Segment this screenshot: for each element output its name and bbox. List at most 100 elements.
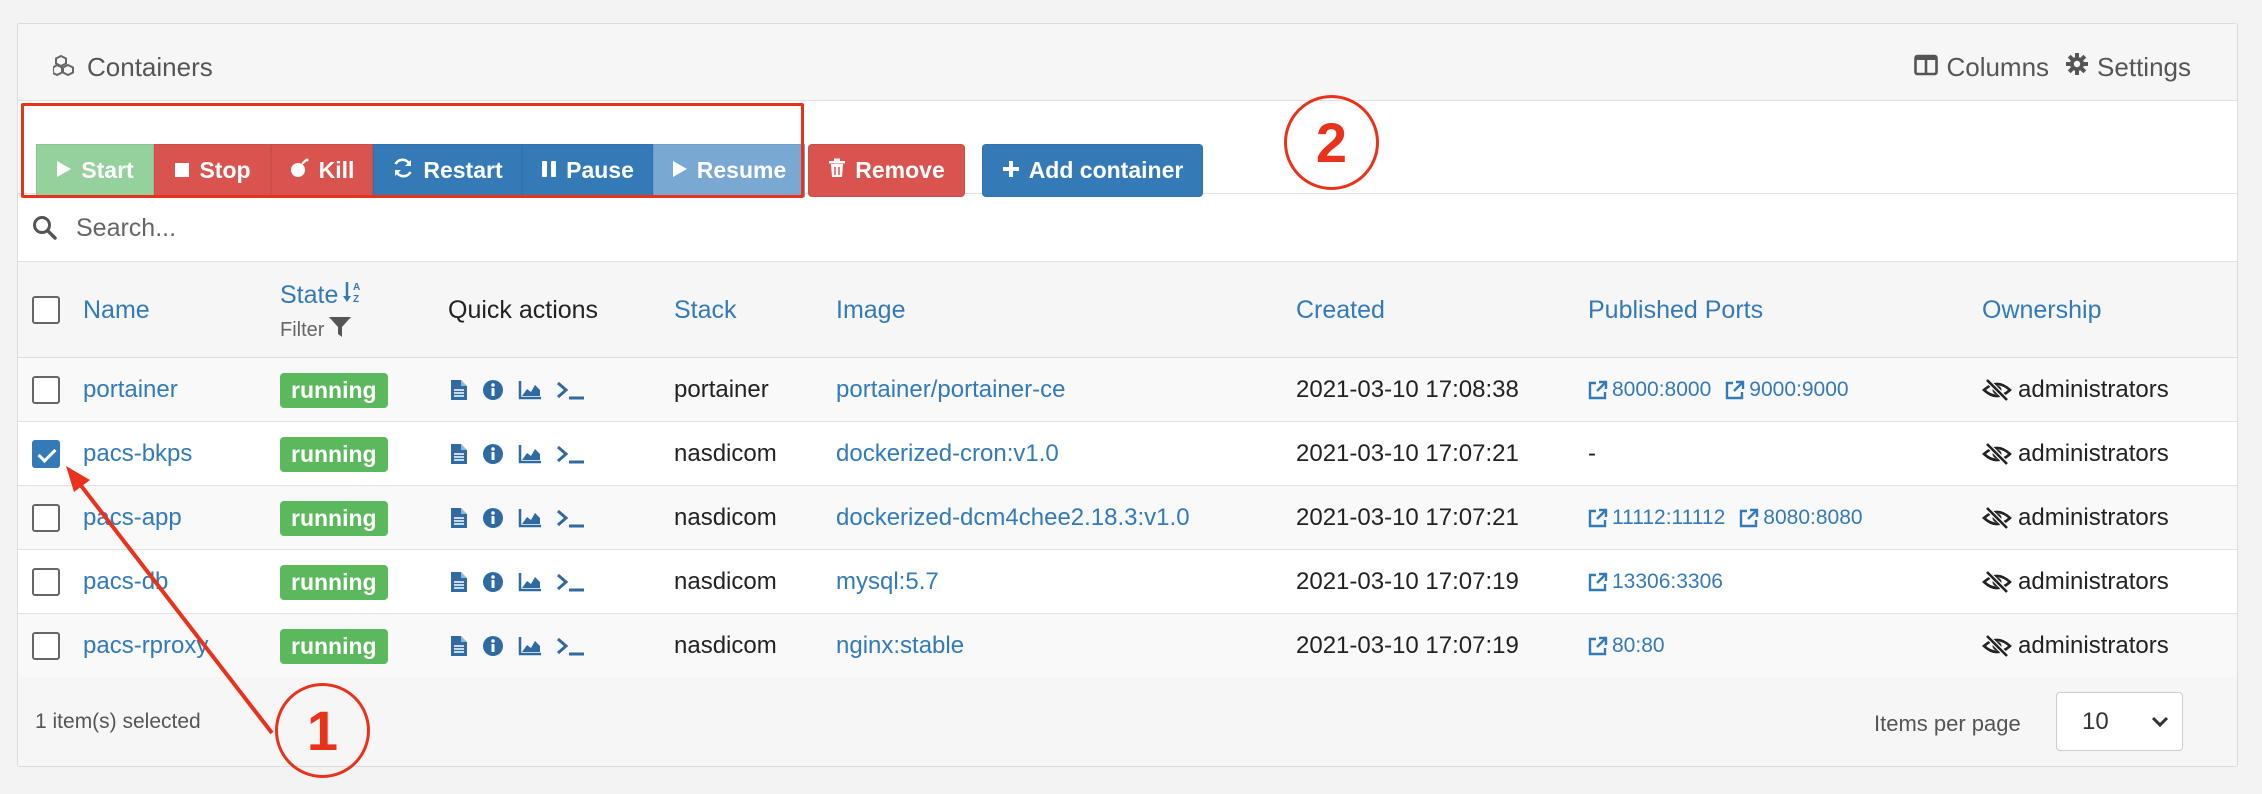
stats-icon[interactable] <box>518 636 542 656</box>
published-ports-cell: 13306:3306 <box>1588 550 1723 614</box>
stop-icon <box>174 157 190 184</box>
container-name-link[interactable]: pacs-db <box>83 550 168 614</box>
row-checkbox-cell <box>32 550 60 614</box>
column-header-name[interactable]: Name <box>83 296 150 325</box>
row-checkbox[interactable] <box>32 632 60 660</box>
console-icon[interactable] <box>556 508 586 528</box>
logs-icon[interactable] <box>450 571 468 593</box>
ownership-label: administrators <box>2018 440 2169 467</box>
inspect-icon[interactable] <box>482 635 504 657</box>
remove-label: Remove <box>855 157 945 183</box>
container-name-link[interactable]: pacs-bkps <box>83 422 192 486</box>
settings-label: Settings <box>2097 52 2191 82</box>
refresh-icon <box>392 157 414 185</box>
external-link-icon <box>1588 508 1608 528</box>
image-link[interactable]: nginx:stable <box>836 614 964 678</box>
inspect-icon[interactable] <box>482 379 504 401</box>
stats-icon[interactable] <box>518 572 542 592</box>
row-checkbox[interactable] <box>32 568 60 596</box>
console-icon[interactable] <box>556 444 586 464</box>
add-container-label: Add container <box>1028 157 1184 183</box>
ownership-label: administrators <box>2018 568 2169 595</box>
start-button[interactable]: Start <box>36 144 154 197</box>
image-link[interactable]: portainer/portainer-ce <box>836 358 1065 422</box>
port-link[interactable]: 11112:11112 <box>1588 506 1725 530</box>
play-icon <box>672 157 688 184</box>
port-link[interactable]: 8000:8000 <box>1588 378 1711 402</box>
settings-button[interactable]: Settings <box>2065 52 2191 83</box>
restart-button[interactable]: Restart <box>373 144 522 197</box>
columns-button[interactable]: Columns <box>1914 52 2049 83</box>
external-link-icon <box>1739 508 1759 528</box>
container-name-link[interactable]: pacs-rproxy <box>83 614 208 678</box>
state-header-label: State <box>280 281 339 309</box>
search-input[interactable] <box>76 208 1276 248</box>
resume-button[interactable]: Resume <box>653 144 805 197</box>
port-label: 11112:11112 <box>1612 506 1726 529</box>
table-row: pacs-db running nasdicom mysql:5.7 2021-03-1… <box>18 550 2237 614</box>
port-label: 8000:8000 <box>1612 378 1712 401</box>
column-header-ownership[interactable]: Ownership <box>1982 296 2102 325</box>
stats-icon[interactable] <box>518 444 542 464</box>
panel-title: Containers <box>52 52 213 83</box>
image-link[interactable]: dockerized-dcm4chee2.18.3:v1.0 <box>836 486 1190 550</box>
kill-button[interactable]: Kill <box>271 144 373 197</box>
table-row: portainer running portainer portainer/porta… <box>18 358 2237 422</box>
svg-text:A: A <box>353 282 360 293</box>
state-cell: running <box>280 422 388 486</box>
port-link[interactable]: 8080:8080 <box>1739 506 1863 530</box>
column-header-stack[interactable]: Stack <box>674 296 737 325</box>
column-header-image[interactable]: Image <box>836 296 905 325</box>
column-header-published-ports[interactable]: Published Ports <box>1588 296 1763 325</box>
image-link[interactable]: mysql:5.7 <box>836 550 939 614</box>
ports-list: 13306:3306 <box>1588 570 1723 594</box>
port-link[interactable]: 13306:3306 <box>1588 570 1723 594</box>
logs-icon[interactable] <box>450 507 468 529</box>
annotation-marker-2-label: 2 <box>1315 111 1348 174</box>
console-icon[interactable] <box>556 572 586 592</box>
logs-icon[interactable] <box>450 379 468 401</box>
port-label: 9000:9000 <box>1749 378 1849 401</box>
row-checkbox[interactable] <box>32 376 60 404</box>
published-ports-cell: 8000:8000 9000:9000 <box>1588 358 1849 422</box>
select-all-checkbox[interactable] <box>32 296 60 324</box>
status-badge: running <box>280 372 388 408</box>
container-actions-toolbar: Start Stop Kill Restart Pause Resume Rem… <box>18 101 2237 197</box>
stats-icon[interactable] <box>518 508 542 528</box>
items-per-page-select[interactable]: 10 <box>2056 692 2183 751</box>
ownership-cell: administrators <box>1982 422 2169 486</box>
row-checkbox[interactable] <box>32 440 60 468</box>
console-icon[interactable] <box>556 636 586 656</box>
containers-panel: Containers Columns Settings Start Stop K… <box>17 23 2238 767</box>
stats-icon[interactable] <box>518 380 542 400</box>
row-checkbox-cell <box>32 422 60 486</box>
logs-icon[interactable] <box>450 635 468 657</box>
container-name-link[interactable]: portainer <box>83 358 178 422</box>
stack-cell: nasdicom <box>674 632 777 659</box>
inspect-icon[interactable] <box>482 507 504 529</box>
inspect-icon[interactable] <box>482 443 504 465</box>
stop-button[interactable]: Stop <box>154 144 271 197</box>
state-filter[interactable]: Filter <box>280 315 366 345</box>
column-header-state[interactable]: State AZ Filter <box>280 280 366 345</box>
logs-icon[interactable] <box>450 443 468 465</box>
console-icon[interactable] <box>556 380 586 400</box>
column-header-created[interactable]: Created <box>1296 296 1385 325</box>
port-link[interactable]: 80:80 <box>1588 634 1665 658</box>
port-link[interactable]: 9000:9000 <box>1725 378 1849 402</box>
add-container-button[interactable]: Add container <box>982 144 1203 197</box>
play-icon <box>56 157 72 184</box>
pause-label: Pause <box>566 157 634 183</box>
ports-list: 11112:11112 8080:8080 <box>1588 506 1863 530</box>
image-link[interactable]: dockerized-cron:v1.0 <box>836 422 1059 486</box>
ports-list: 80:80 <box>1588 634 1665 658</box>
external-link-icon <box>1588 636 1608 656</box>
container-name-link[interactable]: pacs-app <box>83 486 182 550</box>
row-checkbox[interactable] <box>32 504 60 532</box>
remove-button[interactable]: Remove <box>808 144 965 197</box>
no-ports-text: - <box>1588 440 1596 467</box>
published-ports-cell: 11112:11112 8080:8080 <box>1588 486 1863 550</box>
items-per-page-label: Items per page <box>1874 711 2021 736</box>
inspect-icon[interactable] <box>482 571 504 593</box>
pause-button[interactable]: Pause <box>522 144 653 197</box>
